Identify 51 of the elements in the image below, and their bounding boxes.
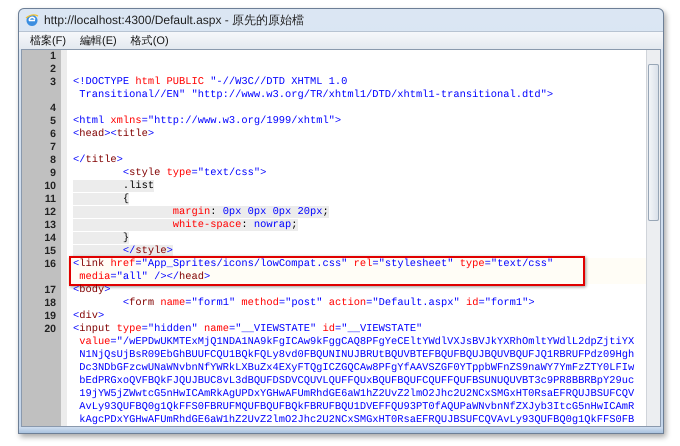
line-number: 2: [49, 63, 56, 76]
line-number: 6: [49, 128, 56, 141]
code-line: N1NjQsUjBsR09EbGhBUUFCQU1BQkFQLy8vd0FBQUNINUJBRUtBQUVBTEFBQUFBQUJBQUVBQUFJQ1RBRUFPdz09Hgh: [78, 349, 636, 362]
line-number: 5: [49, 115, 56, 128]
line-number: 15: [43, 245, 56, 258]
code-line: Dc3NDbGFzcwUNaWNvbnNfYWRkLXBuZx4EXyFTQgICZGQCAw8PFgYfAAVSZGF0YTppbWFnZS9naWY7YmFzZTY0LFIw: [78, 362, 636, 375]
line-number: 13: [43, 219, 56, 232]
code-line: </style>: [73, 245, 646, 258]
code-line: .list: [73, 180, 646, 193]
code-line: {: [73, 193, 646, 206]
line-number: 12: [43, 206, 56, 219]
line-number: 18: [43, 297, 56, 310]
code-line: <body>: [73, 284, 112, 297]
line-number: 3: [49, 76, 56, 89]
code-line: Transitional//EN" "http://www.w3.org/TR/xhtml1/DTD/xhtml1-transitional.dtd">: [78, 89, 554, 102]
window-title: http://localhost:4300/Default.aspx - 原先的原始檔: [44, 12, 304, 28]
code-line: bEdPRGxoQVFBQkFJQUJBUC8vL3dBQUFDSDVCQUVLQUFFQUxBQUFBQUFCQUFFQUFBSUNUQUVBT3c9PR8BBRBpY29uc: [78, 375, 636, 388]
code-line: <head><title>: [73, 128, 156, 141]
line-number: 1: [49, 50, 56, 63]
line-number: 7: [49, 141, 56, 154]
line-number: 9: [49, 167, 56, 180]
code-line: media="all" /></head>: [78, 271, 212, 284]
code-line: </title>: [73, 154, 124, 167]
code-line: <style type="text/css">: [122, 167, 268, 180]
code-line: margin: 0px 0px 0px 20px;: [73, 206, 646, 219]
code-line: <link href="App_Sprites/icons/lowCompat.css" rel="stylesheet" type="text/css": [73, 258, 554, 271]
menu-item[interactable]: 編輯(E): [75, 33, 122, 48]
code-line: <!DOCTYPE html PUBLIC "-//W3C//DTD XHTML 1.0: [73, 76, 348, 89]
scroll-bar[interactable]: [646, 50, 660, 426]
line-number: 16: [43, 258, 56, 271]
line-number: 4: [49, 102, 56, 115]
code-line: <form name="form1" method="post" action="Default.aspx" id="form1">: [122, 297, 536, 310]
browser-icon: [25, 13, 39, 27]
line-number: 8: [49, 154, 56, 167]
code-line: <div>: [73, 310, 106, 323]
code-line: 19jYW5jZWwtcG5nHwICAmRkAgUPDxYGHwAFUmRhdGE6aW1hZ2UvZ2lmO2Jhc2U2NCxSMGxHT0RsaEFRQUJBSUFCQV: [78, 388, 636, 401]
line-number: 11: [44, 193, 56, 206]
line-number: 14: [43, 232, 56, 245]
code-line: kAgcPDxYGHwAFUmRhdGE6aW1hZ2UvZ2lmO2Jhc2U2NCxSMGxHT0RsaEFRQUJBSUFCQVAvLy93QUFBQ0g1QkFFS0FB: [78, 414, 636, 426]
code-line: white-space: nowrap;: [73, 219, 646, 232]
code-line: AvLy93QUFBQ0g1QkFFS0FBRUFMQUFBQUFBQkFBRUFBQU1DVEFFQU93PT0fAQUPaWNvbnNfZXJyb3ItcG5nHwICAmR: [78, 401, 636, 414]
line-number: 10: [43, 180, 56, 193]
code-line: value="/wEPDwUKMTExMjQ1NDA1NA9kFgICAw9kFggCAQ8PFgYeCEltYWdlVXJsBVJkYXRhOmltYWdlL2dpZjtiYX: [78, 336, 636, 349]
code-line: <input type="hidden" name="__VIEWSTATE" id="__VIEWSTATE": [73, 323, 424, 336]
menu-item[interactable]: 格式(O): [126, 33, 174, 48]
code-line: <html xmlns="http://www.w3.org/1999/xhtml">: [73, 115, 342, 128]
code-line: }: [73, 232, 646, 245]
line-number: 19: [43, 310, 56, 323]
menu-item[interactable]: 檔案(F): [25, 33, 72, 48]
line-number: 20: [43, 323, 56, 336]
line-number: 17: [43, 284, 56, 297]
